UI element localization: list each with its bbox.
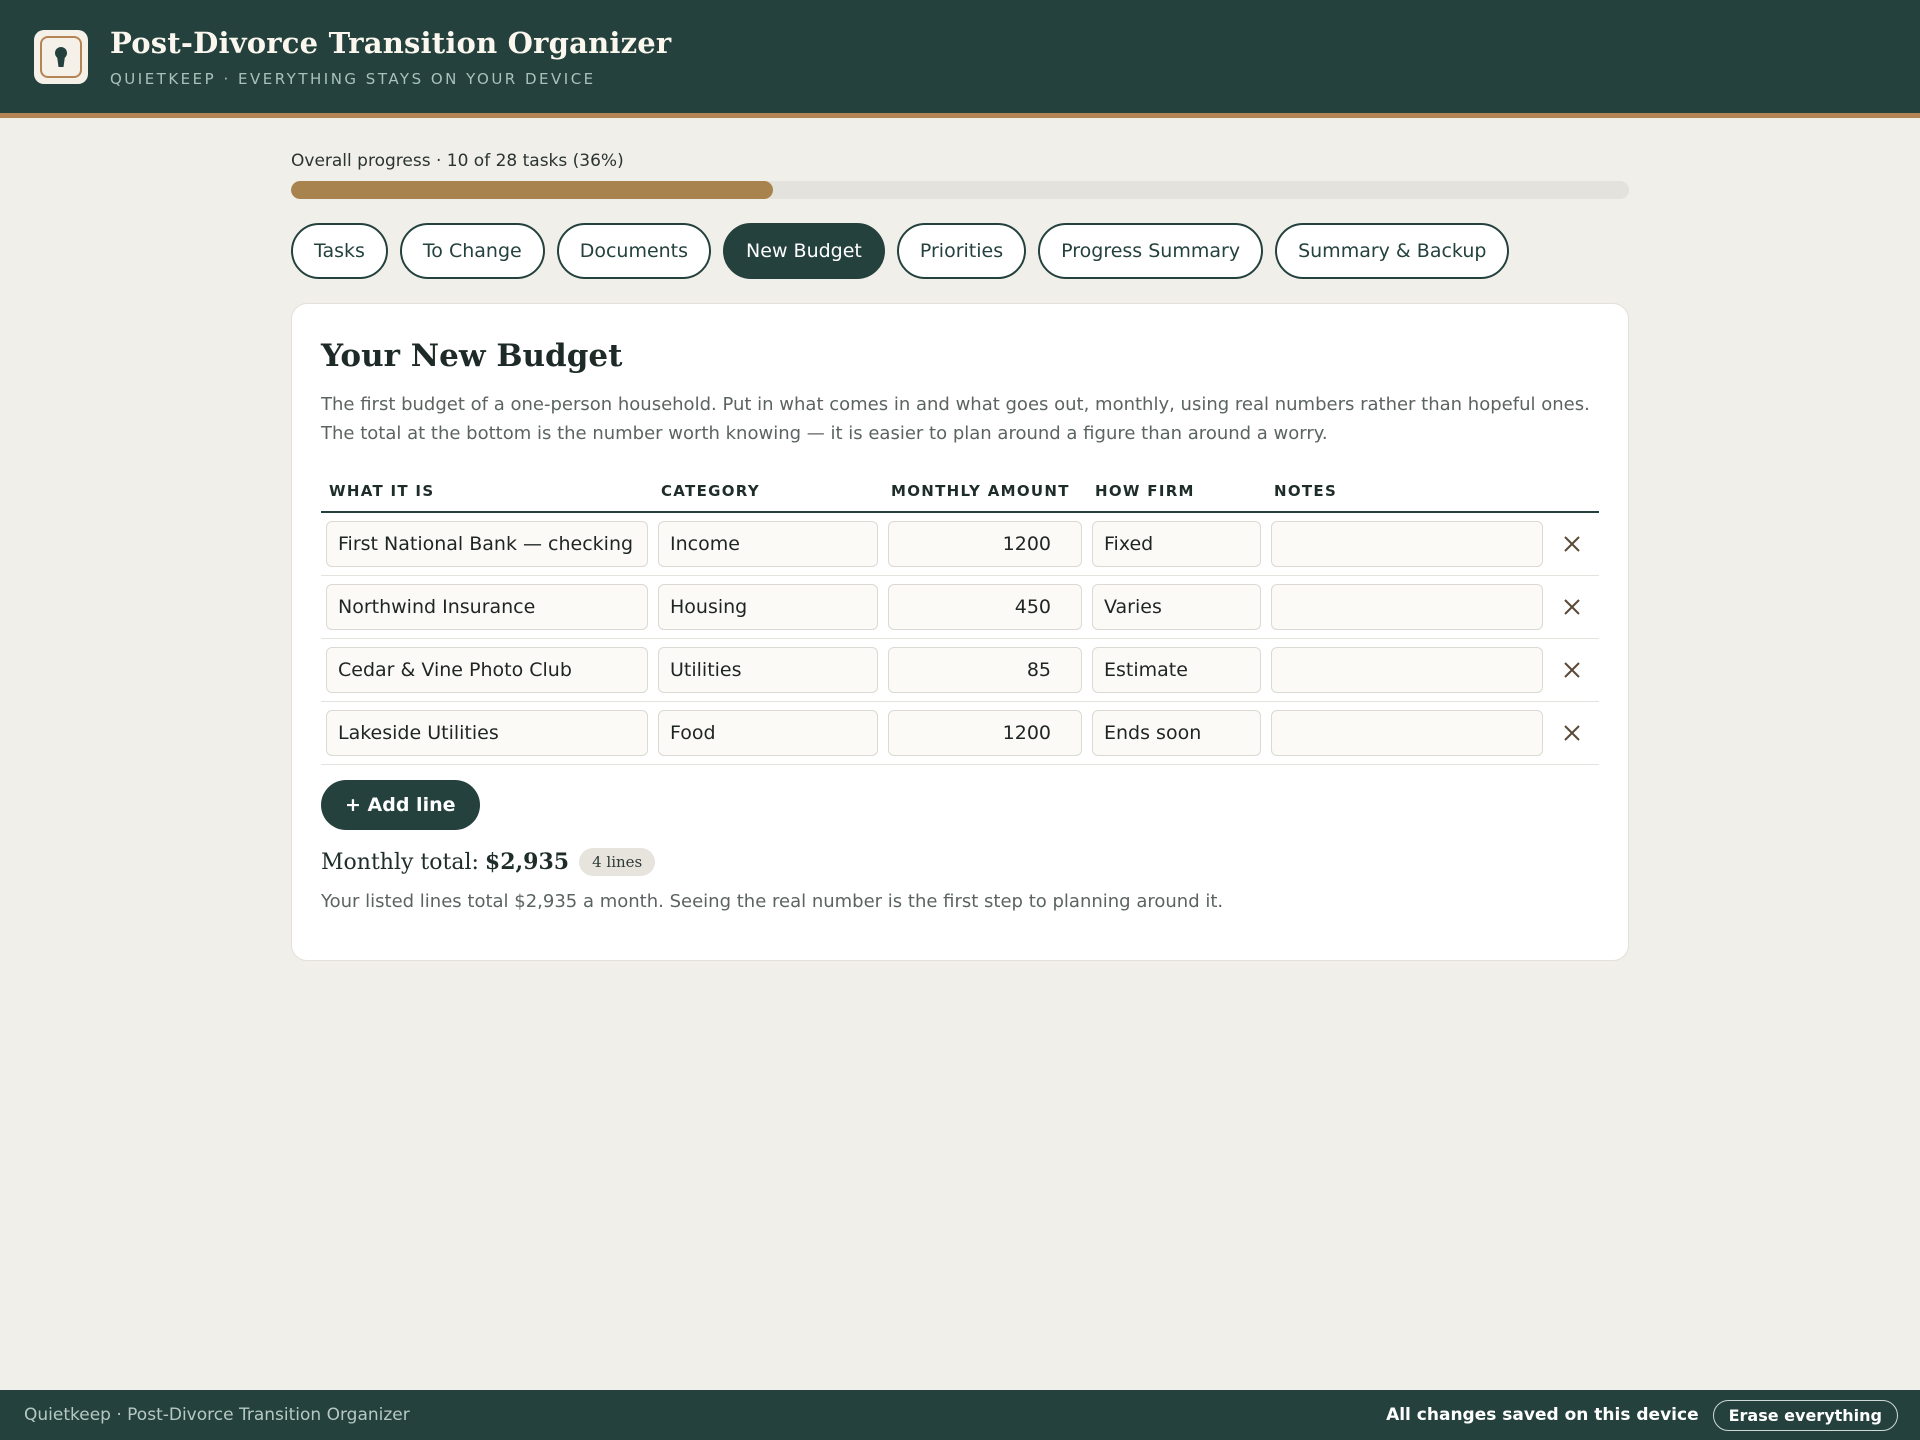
app-footer: Quietkeep · Post-Divorce Transition Orga… (0, 1390, 1920, 1440)
budget-card: Your New Budget The first budget of a on… (291, 303, 1629, 961)
column-header-notes: NOTES (1274, 481, 1338, 500)
firmness-field[interactable]: Estimate (1092, 647, 1261, 693)
page-description: The first budget of a one-person househo… (321, 394, 1590, 444)
tab-bar: Tasks To Change Documents New Budget Pri… (291, 223, 1629, 279)
table-row: Lakeside Utilities Food 1200 Ends soon (321, 702, 1599, 765)
table-row: First National Bank — checking Income 12… (321, 513, 1599, 576)
budget-table: WHAT IT IS CATEGORY MONTHLY AMOUNT HOW F… (321, 470, 1599, 765)
progress-label: Overall progress · 10 of 28 tasks (36%) (291, 151, 624, 171)
tab-to-change[interactable]: To Change (399, 223, 545, 279)
notes-field[interactable] (1271, 647, 1543, 693)
column-header-firm: HOW FIRM (1095, 481, 1195, 500)
progress-fill (291, 181, 773, 199)
page-title: Your New Budget (321, 338, 623, 374)
what-field[interactable]: Cedar & Vine Photo Club (326, 647, 648, 693)
table-row: Cedar & Vine Photo Club Utilities 85 Est… (321, 639, 1599, 702)
tab-tasks[interactable]: Tasks (291, 223, 388, 279)
monthly-total: Monthly total: $2,935 4 lines (321, 848, 1599, 876)
lines-count-badge: 4 lines (579, 848, 656, 876)
notes-field[interactable] (1271, 521, 1543, 567)
total-label: Monthly total: (321, 849, 479, 875)
what-field[interactable]: Northwind Insurance (326, 584, 648, 630)
total-note: Your listed lines total $2,935 a month. … (321, 891, 1224, 912)
amount-field[interactable]: 1200 (888, 710, 1082, 756)
tab-documents[interactable]: Documents (556, 223, 712, 279)
add-line-button[interactable]: + Add line (321, 780, 480, 830)
close-icon (1564, 662, 1580, 678)
remove-row-button[interactable] (1557, 592, 1587, 622)
amount-field[interactable]: 1200 (888, 521, 1082, 567)
tab-summary-backup[interactable]: Summary & Backup (1275, 223, 1510, 279)
category-field[interactable]: Food (658, 710, 878, 756)
category-field[interactable]: Income (658, 521, 878, 567)
total-amount: $2,935 (484, 849, 570, 875)
main-content: Overall progress · 10 of 28 tasks (36%) … (291, 118, 1629, 961)
progress-bar (291, 181, 1629, 199)
tab-progress-summary[interactable]: Progress Summary (1038, 223, 1264, 279)
what-field[interactable]: Lakeside Utilities (326, 710, 648, 756)
app-title: Post-Divorce Transition Organizer (110, 25, 672, 60)
firmness-field[interactable]: Varies (1092, 584, 1261, 630)
erase-everything-button[interactable]: Erase everything (1712, 1399, 1898, 1431)
close-icon (1564, 599, 1580, 615)
footer-app-name: Quietkeep · Post-Divorce Transition Orga… (24, 1405, 410, 1425)
category-field[interactable]: Housing (658, 584, 878, 630)
amount-field[interactable]: 450 (888, 584, 1082, 630)
remove-row-button[interactable] (1557, 529, 1587, 559)
close-icon (1564, 725, 1580, 741)
firmness-field[interactable]: Ends soon (1092, 710, 1261, 756)
save-status: All changes saved on this device (1386, 1405, 1699, 1425)
remove-row-button[interactable] (1557, 655, 1587, 685)
amount-field[interactable]: 85 (888, 647, 1082, 693)
app-subtitle: QUIETKEEP · EVERYTHING STAYS ON YOUR DEV… (110, 69, 596, 88)
tab-priorities[interactable]: Priorities (896, 223, 1027, 279)
column-header-amount: MONTHLY AMOUNT (891, 481, 1070, 500)
app-header: Post-Divorce Transition Organizer QUIETK… (0, 0, 1920, 118)
notes-field[interactable] (1271, 710, 1543, 756)
tab-new-budget[interactable]: New Budget (723, 223, 885, 279)
column-header-category: CATEGORY (661, 481, 760, 500)
firmness-field[interactable]: Fixed (1092, 521, 1261, 567)
what-field[interactable]: First National Bank — checking (326, 521, 648, 567)
table-row: Northwind Insurance Housing 450 Varies (321, 576, 1599, 639)
close-icon (1564, 536, 1580, 552)
table-header: WHAT IT IS CATEGORY MONTHLY AMOUNT HOW F… (321, 470, 1599, 513)
app-logo (34, 29, 88, 84)
notes-field[interactable] (1271, 584, 1543, 630)
column-header-what: WHAT IT IS (329, 481, 435, 500)
remove-row-button[interactable] (1557, 718, 1587, 748)
category-field[interactable]: Utilities (658, 647, 878, 693)
keyhole-icon (55, 46, 67, 67)
